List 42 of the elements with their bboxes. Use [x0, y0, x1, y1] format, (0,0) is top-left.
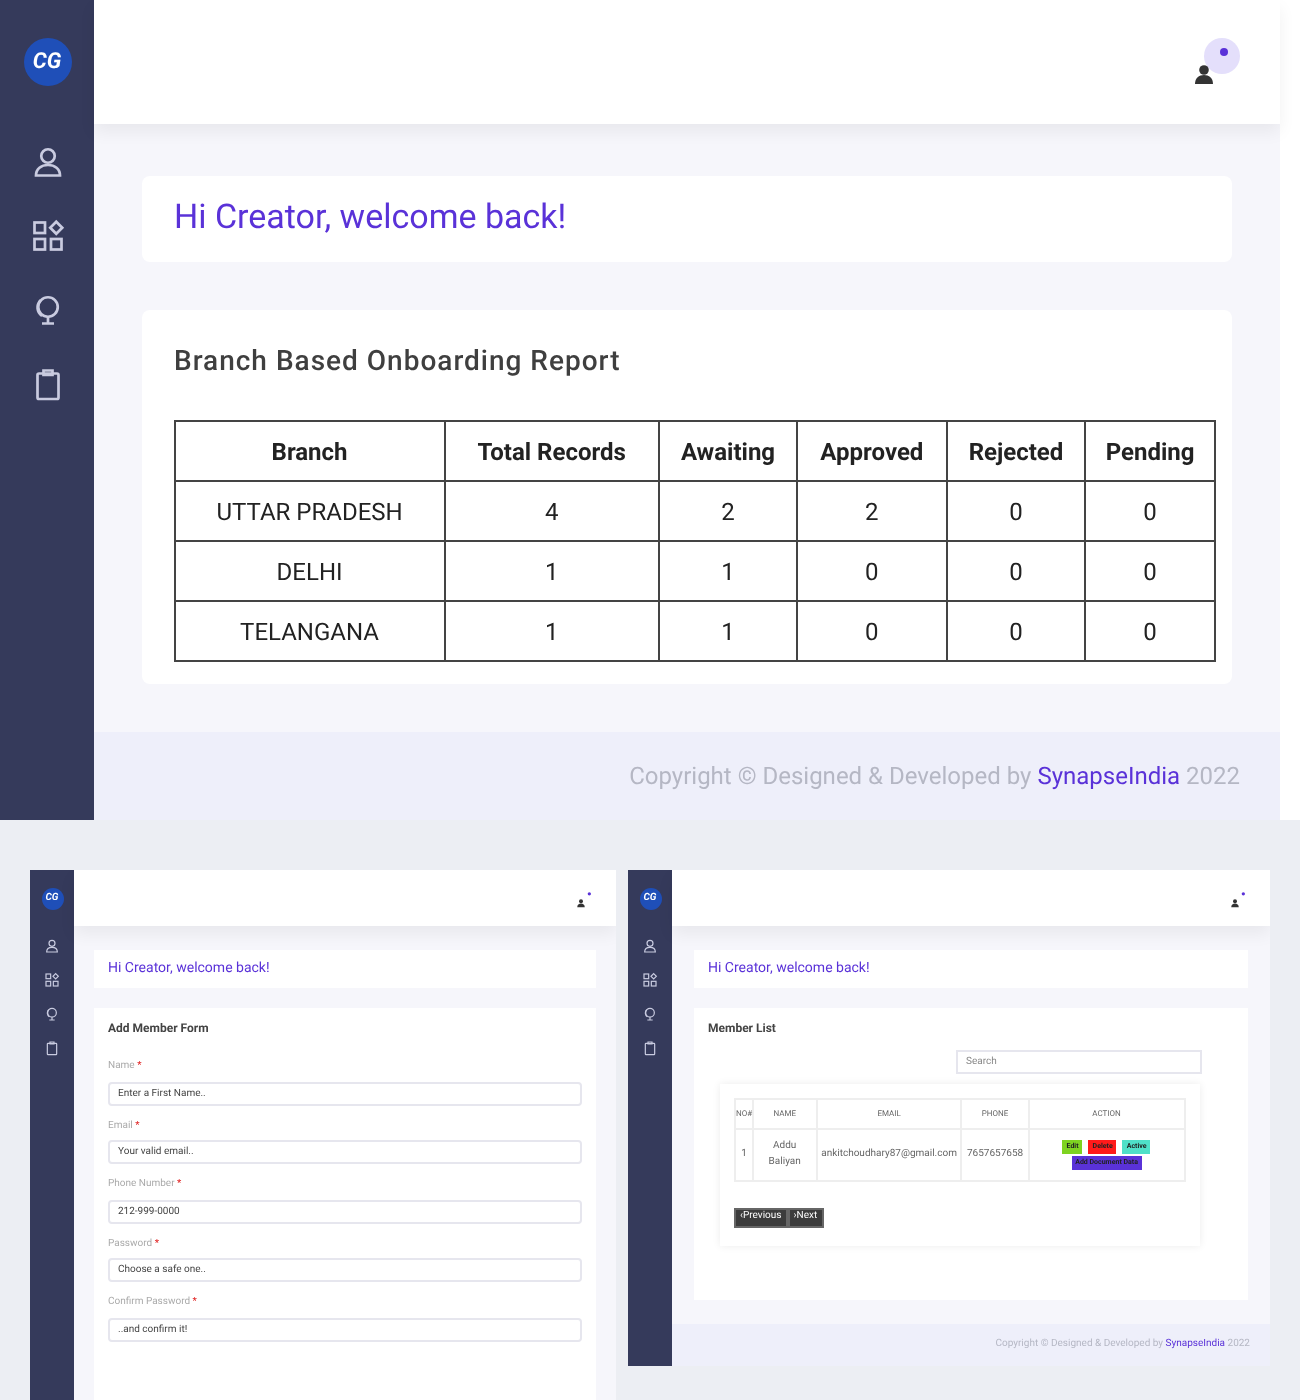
user-icon[interactable] [44, 938, 60, 954]
column-header: Total Records [444, 421, 660, 481]
grid-icon[interactable] [44, 972, 60, 988]
table-cell: 0 [796, 541, 947, 601]
avatar-icon[interactable] [1192, 38, 1240, 86]
table-cell: 1 [659, 601, 797, 661]
table-cell: 0 [1085, 481, 1215, 541]
welcome-heading: Hi Creator, welcome back! [174, 195, 567, 242]
table-cell: 0 [796, 601, 947, 661]
table-cell: 2 [659, 481, 797, 541]
report-title: Branch Based Onboarding Report [174, 344, 623, 382]
column-header: Awaiting [659, 421, 797, 481]
clipboard-icon[interactable] [642, 1040, 658, 1056]
table-cell: 1 [659, 541, 797, 601]
table-cell: 1 [444, 601, 660, 661]
table-cell: 2 [796, 481, 947, 541]
table-cell: 0 [946, 541, 1086, 601]
globe-icon[interactable] [44, 1006, 60, 1022]
synapseindia-link[interactable]: SynapseIndia [1037, 762, 1181, 790]
table-cell: UTTAR PRADESH [175, 481, 445, 541]
column-header: Pending [1085, 421, 1215, 481]
table-cell: TELANGANA [175, 601, 445, 661]
table-cell: 0 [1085, 541, 1215, 601]
table-cell: 0 [946, 601, 1086, 661]
globe-icon[interactable] [642, 1006, 658, 1022]
table-cell: 0 [1085, 601, 1215, 661]
table-cell: 4 [444, 481, 660, 541]
logo: CG [23, 38, 71, 86]
grid-icon[interactable] [29, 218, 65, 254]
user-icon[interactable] [642, 938, 658, 954]
copyright-text: Copyright © Designed & Developed by SynapseIndia 2022 [629, 760, 1240, 794]
table-cell: DELHI [175, 541, 445, 601]
column-header: Approved [796, 421, 947, 481]
grid-icon[interactable] [642, 972, 658, 988]
avatar-icon[interactable] [576, 888, 596, 908]
table-cell: 0 [946, 481, 1086, 541]
avatar-icon[interactable] [1230, 888, 1250, 908]
table-cell: 1 [444, 541, 660, 601]
column-header: Branch [175, 421, 445, 481]
user-icon[interactable] [29, 144, 65, 180]
column-header: Rejected [946, 421, 1086, 481]
clipboard-icon[interactable] [44, 1040, 60, 1056]
